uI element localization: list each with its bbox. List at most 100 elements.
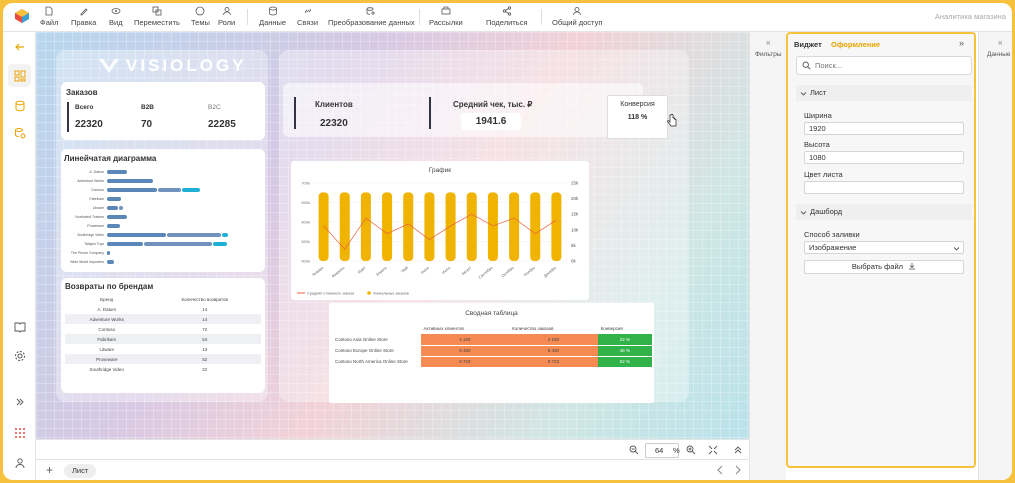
tab-design[interactable]: Оформление	[831, 40, 880, 49]
fit-screen-icon[interactable]	[708, 445, 718, 457]
chart-bar	[318, 192, 329, 261]
clients-kpi[interactable]: Клиентов 22320	[315, 100, 353, 129]
menu-share[interactable]: Поделиться	[486, 6, 527, 30]
menu-roles[interactable]: Роли	[218, 6, 235, 30]
avg-check-label: Средний чек, тыс. ₽	[453, 100, 533, 109]
combo-chart-card[interactable]: График 500k 550k 600k 650k 700k 0k 5k 10k 15k 20k 2…	[291, 161, 589, 300]
orders-b2b-value: 70	[141, 119, 153, 130]
filters-panel[interactable]: « Фильтры	[749, 32, 786, 480]
pivot-card[interactable]: Сводная таблица Активных клиентов Количе…	[329, 303, 654, 403]
orders-title: Заказов	[66, 88, 98, 97]
dashboard-title: Аналитика магазина	[934, 12, 1006, 21]
sheet-color-label: Цвет листа	[804, 170, 843, 179]
data-expand-icon[interactable]: «	[998, 38, 1002, 47]
linear-chart: A. Datum Adventure Works Contoso Fabrikam Li…	[61, 169, 265, 269]
linear-chart-row-label: Contoso	[90, 188, 104, 192]
linear-chart-bar	[107, 260, 114, 264]
visiology-logo-icon[interactable]	[15, 9, 29, 23]
table-row[interactable]: Contoso 72	[65, 324, 261, 334]
table-row[interactable]: Contoso Europe Online Store 8 450 8 430 46 …	[332, 345, 652, 357]
pivot-table: Активных клиентов Количество заказов Кон…	[332, 323, 652, 368]
menu-roles-label: Роли	[218, 18, 236, 27]
fill-method-select[interactable]: Изображение	[804, 241, 964, 254]
linear-chart-card[interactable]: Линейчатая диаграмма A. Datum Adventure W…	[61, 149, 265, 272]
table-row[interactable]: Southridge Video 22	[65, 364, 261, 374]
pivot-cell-b: 9 723	[509, 356, 598, 368]
apps-grid-icon[interactable]	[12, 425, 28, 441]
menu-data-label: Данные	[259, 18, 287, 27]
toolbar-divider	[247, 9, 248, 25]
y-left-tick-label: 650k	[301, 200, 310, 205]
collapse-panel-icon[interactable]: »	[959, 38, 964, 48]
gear-icon[interactable]	[12, 348, 28, 364]
table-row[interactable]: Adventure Works 14	[65, 314, 261, 324]
table-row[interactable]: Litware 13	[65, 344, 261, 354]
height-input[interactable]: 1080	[804, 151, 964, 164]
avg-check-kpi[interactable]: Средний чек, тыс. ₽ 1941.6	[453, 100, 533, 130]
menu-data[interactable]: Данные	[259, 6, 286, 30]
section-sheet[interactable]: Лист	[796, 85, 972, 101]
choose-file-button[interactable]: Выбрать файл	[804, 260, 964, 274]
menu-file[interactable]: Файл	[40, 6, 58, 30]
filters-expand-icon[interactable]: «	[766, 38, 770, 47]
toolbar-divider	[541, 9, 542, 25]
back-arrow-icon[interactable]	[12, 39, 28, 55]
mailing-icon	[441, 6, 451, 15]
search-input[interactable]: Поиск...	[796, 56, 972, 75]
pivot-cell-name: Contoso Asia Online Store	[332, 334, 421, 346]
x-tick-label: Май	[401, 266, 409, 274]
linear-chart-row: Litware	[61, 205, 124, 211]
section-dashboard[interactable]: Дашборд	[796, 204, 972, 220]
y-right-tick-label: 10k	[571, 227, 579, 232]
sheet-tab-active[interactable]: Лист	[64, 464, 97, 478]
zoom-out-icon[interactable]	[629, 445, 639, 457]
data-panel[interactable]: « Данные	[978, 32, 1012, 480]
left-sidebar	[3, 32, 36, 480]
returns-card[interactable]: Возвраты по брендам Бренд Количество воз…	[61, 278, 265, 393]
user-icon[interactable]	[12, 455, 28, 471]
width-input[interactable]: 1920	[804, 122, 964, 135]
menu-public-access[interactable]: Общий доступ	[552, 6, 602, 30]
table-row[interactable]: A. Datum 14	[65, 304, 261, 314]
database-icon[interactable]	[12, 98, 28, 114]
pivot-corner	[332, 323, 421, 334]
dashboard-icon[interactable]	[8, 64, 31, 87]
next-sheet-icon[interactable]	[734, 465, 742, 477]
menu-edit[interactable]: Правка	[71, 6, 96, 30]
top-toolbar: Файл Правка Вид Переместить Темы Роли Да…	[3, 3, 1012, 32]
prev-sheet-icon[interactable]	[716, 465, 724, 477]
menu-mailing[interactable]: Рассылки	[429, 6, 463, 30]
search-icon	[802, 61, 811, 72]
collapse-up-icon[interactable]	[733, 445, 743, 457]
add-sheet-icon[interactable]: +	[46, 463, 53, 477]
sheet-color-input[interactable]	[804, 181, 964, 194]
zoom-in-icon[interactable]	[686, 445, 696, 457]
linear-chart-bar	[107, 188, 158, 192]
table-row[interactable]: Contoso North America Online Store 9 723 9…	[332, 356, 652, 368]
dashboard-canvas[interactable]: VISIOLOGY Заказов Всего 22320 B2B 70 B2C…	[36, 32, 749, 439]
orders-card[interactable]: Заказов Всего 22320 B2B 70 B2C 22285	[61, 82, 265, 140]
menu-view[interactable]: Вид	[109, 6, 123, 30]
pivot-cell-name: Contoso Europe Online Store	[332, 345, 421, 357]
file-icon	[45, 6, 53, 16]
orders-b2c: B2C 22285	[208, 104, 236, 130]
table-row[interactable]: Fabrikam 54	[65, 334, 261, 344]
menu-move[interactable]: Переместить	[134, 6, 180, 30]
pivot-col-active: Активных клиентов	[423, 326, 464, 331]
hand-cursor-icon	[667, 113, 677, 130]
chart-bar	[424, 192, 435, 261]
palette-icon	[196, 6, 205, 16]
menu-links[interactable]: Связи	[297, 6, 318, 30]
table-row[interactable]: Contoso Asia Online Store 4 159 4 159 22 %	[332, 334, 652, 346]
section-sheet-label: Лист	[810, 88, 827, 97]
data-settings-icon[interactable]	[12, 125, 28, 141]
table-row[interactable]: Proseware 52	[65, 354, 261, 364]
menu-transform[interactable]: Преобразование данных	[328, 6, 415, 30]
pivot-cell-a: 8 450	[420, 345, 510, 357]
book-icon[interactable]	[12, 319, 28, 335]
linear-chart-row-label: Litware	[92, 206, 104, 210]
tab-widget[interactable]: Виджет	[794, 40, 822, 49]
conversion-kpi[interactable]: Конверсия 118 %	[607, 95, 668, 139]
menu-themes[interactable]: Темы	[191, 6, 210, 30]
expand-icon[interactable]	[12, 394, 28, 410]
